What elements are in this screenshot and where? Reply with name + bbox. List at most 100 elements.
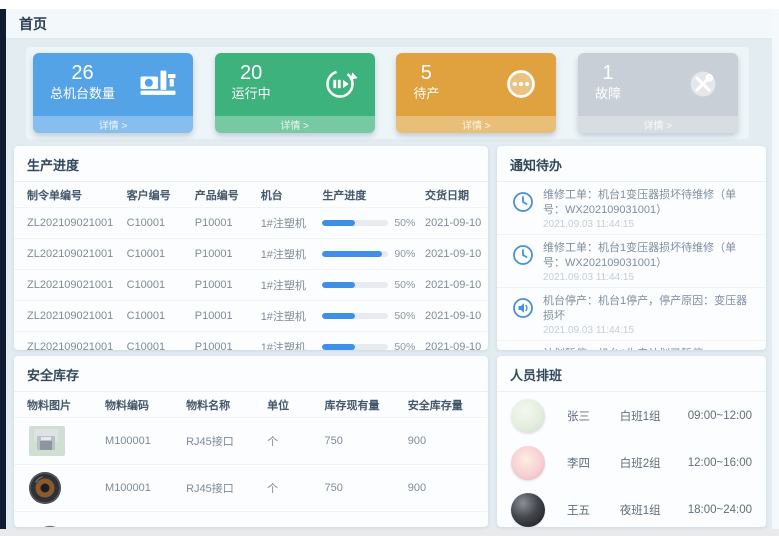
delivery-date-cell: 2021-09-10 [422,238,488,269]
order-no-cell: ZL202109021001 [14,331,124,350]
stat-cards-panel: 26 总机台数量 详情 > 20 运行中 [26,47,749,139]
stat-text: 5 待产 [413,62,439,103]
stat-card-fault[interactable]: 1 故障 详情 > [578,53,738,133]
stat-card-detail-link[interactable]: 详情 > [33,116,193,133]
notifications-panel: 通知待办 维修工单：机台1变压器损坏待维修（单号：WX202109031001）… [497,146,766,350]
unit-cell: 个 [264,511,321,527]
item-code-cell: M100001 [102,464,183,511]
item-name-cell: RJ45接口 [183,511,264,527]
shift-time-range: 09:00~12:00 [688,410,752,422]
schedule-row[interactable]: 李四 白班2组 12:00~16:00 [497,439,766,486]
notification-body: 计划暂停：机台1生产计划已暂停 2021.09.03 11:44:15 [543,347,703,350]
progress-percent: 50% [394,341,415,350]
stat-card-total-machines[interactable]: 26 总机台数量 详情 > [33,53,193,133]
table-row[interactable]: ZL202109021001 C10001 P10001 1#注塑机 50% 2… [14,269,488,300]
notification-item[interactable]: 维修工单：机台1变压器损坏待维修（单号：WX202109031001） 2021… [497,182,766,234]
column-header-delivery-date: 交货日期 [422,182,488,207]
item-code-cell: M100001 [102,417,183,464]
stat-label: 故障 [595,85,621,103]
table-row[interactable]: ZL202109021001 C10001 P10001 1#注塑机 90% 2… [14,238,488,269]
notification-item[interactable]: 机台停产：机台1停产，停产原因：变压器损坏 2021.09.03 11:44:1… [497,287,766,340]
dashboard-screen: 首页 26 总机台数量 详情 > 20 [0,0,779,536]
progress-cell: 50% [319,269,422,300]
column-header-product-no: 产品编号 [192,182,258,207]
clock-icon [511,190,535,214]
table-row[interactable]: ZL202109021001 C10001 P10001 1#注塑机 50% 2… [14,207,488,238]
safety-stock-panel: 安全库存 物料图片 物料编码 物料名称 单位 库存现有量 安全库存量 [14,356,488,527]
progress-bar [322,251,388,257]
ellipsis-icon [501,64,541,104]
customer-no-cell: C10001 [124,300,192,331]
order-no-cell: ZL202109021001 [14,300,124,331]
running-icon [320,64,360,104]
scrollbar[interactable] [772,9,779,529]
table-row[interactable]: ZL202109021001 C10001 P10001 1#注塑机 50% 2… [14,300,488,331]
current-stock-cell: 750 [321,511,404,527]
progress-percent: 50% [394,279,415,291]
item-image-cell [14,417,102,464]
product-no-cell: P10001 [192,207,258,238]
stat-value: 5 [421,62,432,85]
stat-label: 总机台数量 [50,85,115,103]
machine-cell: 1#注塑机 [258,207,320,238]
schedule-row[interactable]: 王五 夜班1组 18:00~24:00 [497,486,766,527]
panel-title: 生产进度 [14,146,488,182]
order-no-cell: ZL202109021001 [14,238,124,269]
table-header-row: 制令单编号 客户编号 产品编号 机台 生产进度 交货日期 [14,182,488,207]
stat-label: 运行中 [232,85,271,103]
column-header-item-image: 物料图片 [14,392,102,417]
column-header-item-name: 物料名称 [183,392,264,417]
avatar [511,446,545,480]
current-stock-cell: 750 [321,417,404,464]
table-row[interactable]: ZL202109021001 C10001 P10001 1#注塑机 50% 2… [14,331,488,350]
progress-cell: 50% [319,207,422,238]
machine-cell: 1#注塑机 [258,331,320,350]
shift-label: 白班1组 [620,408,688,424]
avatar [511,493,545,527]
machine-cell: 1#注塑机 [258,300,320,331]
stat-card-running[interactable]: 20 运行中 详情 > [215,53,375,133]
notification-item[interactable]: 计划暂停：机台1生产计划已暂停 2021.09.03 11:44:15 [497,340,766,350]
table-row[interactable]: M100001 RJ45接口 个 750 900 [14,511,488,527]
stat-card-detail-link[interactable]: 详情 > [396,116,556,133]
schedule-row[interactable]: 张三 白班1组 09:00~12:00 [497,392,766,439]
speaker-icon [511,296,535,320]
column-header-item-code: 物料编码 [102,392,183,417]
inventory-table: 物料图片 物料编码 物料名称 单位 库存现有量 安全库存量 [14,392,488,527]
current-stock-cell: 750 [321,464,404,511]
delivery-date-cell: 2021-09-10 [422,300,488,331]
page-header: 首页 [6,9,772,39]
unit-cell: 个 [264,417,321,464]
top-edge [0,0,779,9]
delivery-date-cell: 2021-09-10 [422,331,488,350]
stat-label: 待产 [413,85,439,103]
stat-text: 1 故障 [595,62,621,103]
shift-label: 白班2组 [620,455,688,471]
notification-item[interactable]: 维修工单：机台1变压器损坏待维修（单号：WX202109031001） 2021… [497,234,766,287]
column-header-current-stock: 库存现有量 [321,392,404,417]
progress-percent: 50% [394,217,415,229]
person-name: 张三 [567,408,620,424]
column-header-customer-no: 客户编号 [124,182,192,207]
progress-percent: 50% [394,310,415,322]
delivery-date-cell: 2021-09-10 [422,207,488,238]
stat-value: 1 [602,62,613,85]
shift-time-range: 18:00~24:00 [688,504,752,516]
page-title: 首页 [19,14,47,34]
stat-card-pending[interactable]: 5 待产 详情 > [396,53,556,133]
table-row[interactable]: M100001 RJ45接口 个 750 900 [14,464,488,511]
product-no-cell: P10001 [192,300,258,331]
notification-timestamp: 2021.09.03 11:44:15 [543,272,754,283]
stat-card-detail-link[interactable]: 详情 > [215,116,375,133]
item-code-cell: M100001 [102,511,183,527]
column-header-unit: 单位 [264,392,321,417]
speaker-icon [511,349,535,350]
table-row[interactable]: M100001 RJ45接口 个 750 900 [14,417,488,464]
person-name: 李四 [567,455,620,471]
rj45-connector-image [27,424,99,458]
tools-icon [683,64,723,104]
stat-card-detail-link[interactable]: 详情 > [578,116,738,133]
column-header-progress: 生产进度 [319,182,422,207]
production-table: 制令单编号 客户编号 产品编号 机台 生产进度 交货日期 ZL202109021… [14,182,488,350]
sidebar-edge [0,9,6,529]
